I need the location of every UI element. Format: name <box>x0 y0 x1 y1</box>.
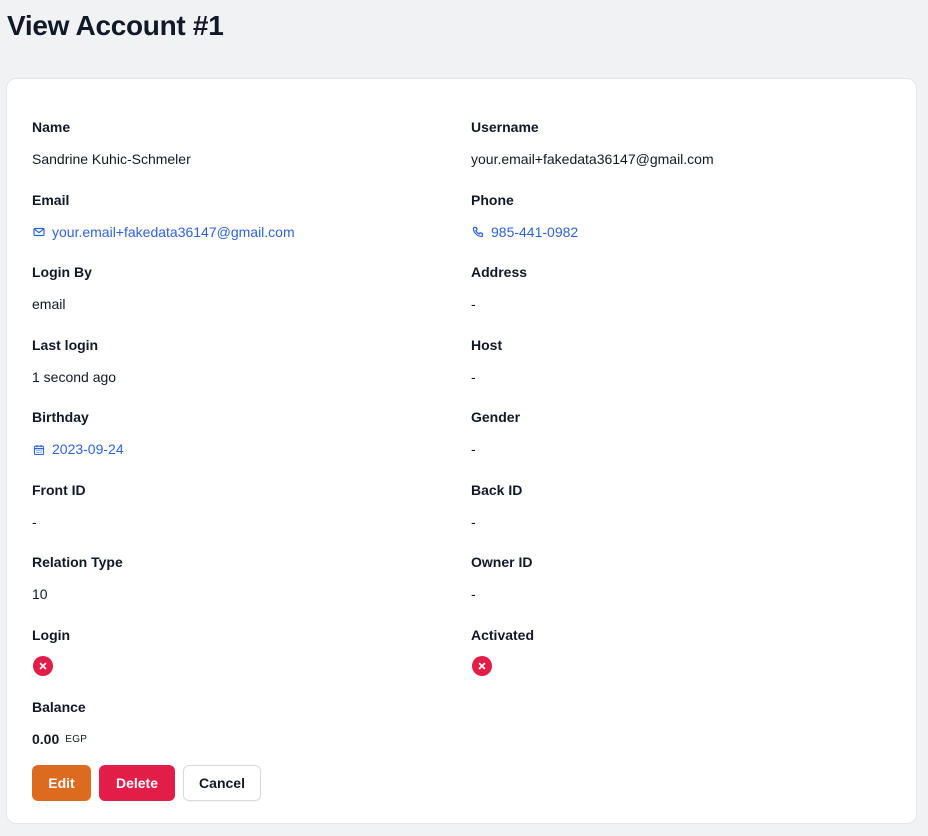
field-relation-type: Relation Type 10 <box>32 554 471 627</box>
phone-link-text: 985-441-0982 <box>491 223 579 240</box>
field-phone: Phone 985-441-0982 <box>471 192 892 265</box>
field-label: Gender <box>471 409 521 425</box>
account-details-card: Name Sandrine Kuhic-Schmeler Username yo… <box>6 78 917 824</box>
field-value <box>471 655 892 676</box>
field-login-by: Login By email <box>32 264 471 337</box>
phone-icon <box>471 225 485 239</box>
field-label: Front ID <box>32 481 86 498</box>
field-username: Username your.email+fakedata36147@gmail.… <box>471 119 892 192</box>
balance-amount: 0.00 <box>32 731 60 747</box>
email-link-text: your.email+fakedata36147@gmail.com <box>52 223 295 240</box>
field-value: email <box>32 296 66 312</box>
field-back-id: Back ID - <box>471 482 892 555</box>
field-value: 0.00 EGP <box>32 731 471 748</box>
edit-button[interactable]: Edit <box>32 765 91 801</box>
cancel-button[interactable]: Cancel <box>183 765 261 801</box>
field-label: Username <box>471 119 539 135</box>
field-balance: Balance 0.00 EGP <box>32 699 471 772</box>
birthday-value: 2023-09-24 <box>32 441 471 458</box>
field-label: Balance <box>32 699 86 715</box>
field-value: Sandrine Kuhic-Schmeler <box>32 151 191 167</box>
field-birthday: Birthday 2023-09-24 <box>32 409 471 482</box>
field-value: - <box>471 368 476 385</box>
field-gender: Gender - <box>471 409 892 482</box>
field-value: 10 <box>32 586 48 602</box>
field-value: - <box>32 513 37 530</box>
birthday-text: 2023-09-24 <box>52 441 124 457</box>
delete-button[interactable]: Delete <box>99 765 175 801</box>
x-circle-icon <box>472 655 492 676</box>
calendar-icon <box>32 443 46 457</box>
email-link[interactable]: your.email+fakedata36147@gmail.com <box>32 224 471 241</box>
field-last-login: Last login 1 second ago <box>32 337 471 410</box>
field-email: Email your.email+fakedata36147@gmail.com <box>32 192 471 265</box>
field-label: Address <box>471 264 528 280</box>
field-address: Address - <box>471 264 892 337</box>
details-grid: Name Sandrine Kuhic-Schmeler Username yo… <box>32 119 892 772</box>
field-label: Activated <box>471 626 535 643</box>
field-label: Birthday <box>32 409 89 425</box>
field-host: Host - <box>471 337 892 410</box>
page-title: View Account #1 <box>7 10 224 41</box>
field-label: Host <box>471 336 503 353</box>
field-value: - <box>471 441 476 457</box>
field-label: Relation Type <box>32 554 123 570</box>
field-value: your.email+fakedata36147@gmail.com <box>471 151 714 167</box>
field-label: Login <box>32 626 71 643</box>
field-label: Name <box>32 119 71 135</box>
field-value: - <box>471 296 476 312</box>
field-login: Login <box>32 627 471 700</box>
field-label: Owner ID <box>471 554 533 570</box>
field-activated: Activated <box>471 627 892 700</box>
action-bar: Edit Delete Cancel <box>32 765 261 801</box>
field-value: 1 second ago <box>32 368 117 385</box>
phone-link[interactable]: 985-441-0982 <box>471 224 892 241</box>
field-label: Last login <box>32 336 99 353</box>
field-label: Back ID <box>471 481 523 498</box>
field-label: Phone <box>471 191 514 208</box>
mail-icon <box>32 225 46 239</box>
field-label: Email <box>32 191 70 208</box>
field-name: Name Sandrine Kuhic-Schmeler <box>32 119 471 192</box>
field-owner-id: Owner ID - <box>471 554 892 627</box>
field-label: Login By <box>32 264 92 280</box>
field-front-id: Front ID - <box>32 482 471 555</box>
balance-currency: EGP <box>65 734 88 745</box>
x-circle-icon <box>33 655 53 676</box>
field-value: - <box>471 586 476 602</box>
field-value: - <box>471 513 476 530</box>
field-value <box>32 655 471 676</box>
